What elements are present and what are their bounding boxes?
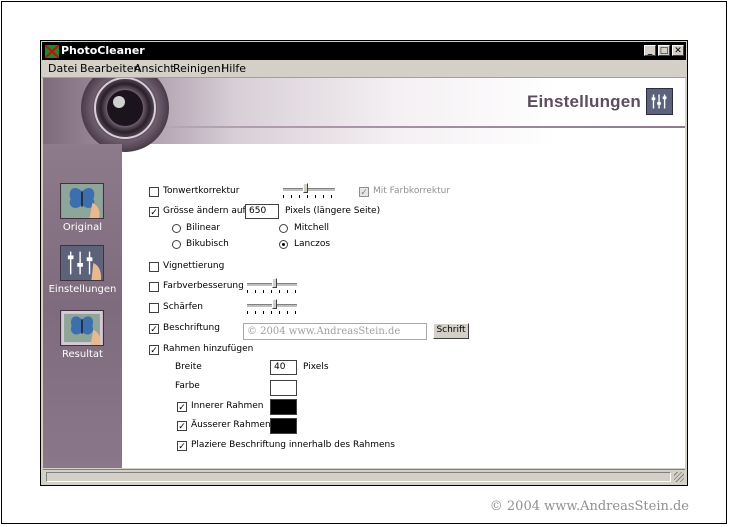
settings-panel: Einstellungen Original Einstellungen Res… [43, 78, 685, 468]
plaziere-label: Plaziere Beschriftung innerhalb des Rahm… [191, 440, 395, 450]
menu-ansicht[interactable]: Ansicht [134, 62, 175, 75]
farbkorrektur-label: Mit Farbkorrektur [373, 186, 451, 196]
app-window: PhotoCleaner _ □ ✕ Datei Bearbeiten Ansi… [40, 40, 688, 486]
menu-bearbeiten[interactable]: Bearbeiten [80, 62, 140, 75]
vignettierung-checkbox[interactable] [149, 262, 159, 272]
butterfly-result-icon [60, 310, 104, 346]
innerer-rahmen-label: Innerer Rahmen [191, 401, 264, 411]
radio-bilinear[interactable] [172, 224, 181, 233]
radio-mitchell[interactable] [279, 224, 288, 233]
settings-sliders-icon [60, 245, 104, 281]
menu-datei[interactable]: Datei [48, 62, 77, 75]
mitchell-label: Mitchell [294, 223, 329, 233]
lanczos-label: Lanczos [294, 239, 331, 249]
bilinear-label: Bilinear [186, 223, 221, 233]
farbkorrektur-checkbox[interactable]: ✓ [359, 187, 369, 197]
close-button[interactable]: ✕ [672, 45, 684, 56]
nav-label-resultat: Resultat [62, 349, 103, 360]
copyright-watermark: © 2004 www.AndreasStein.de [489, 499, 689, 514]
nav-original[interactable]: Original [43, 183, 122, 247]
tonwert-slider[interactable] [283, 183, 335, 198]
window-title: PhotoCleaner [61, 44, 145, 57]
menu-bar: Datei Bearbeiten Ansicht Reinigen! Hilfe [42, 60, 686, 78]
nav-label-original: Original [62, 222, 103, 233]
farbverbesserung-label: Farbverbesserung [163, 281, 244, 291]
schaerfen-label: Schärfen [163, 302, 203, 312]
tonwertkorrektur-checkbox[interactable] [149, 187, 159, 197]
minimize-button[interactable]: _ [644, 45, 656, 56]
aeusserer-rahmen-swatch[interactable] [270, 418, 297, 434]
tonwertkorrektur-label: Tonwertkorrektur [163, 186, 240, 196]
menu-reinigen[interactable]: Reinigen! [173, 62, 225, 75]
einstellungen-logo-icon [646, 88, 673, 115]
page-title: Einstellungen [526, 92, 641, 111]
breite-unit-label: Pixels [303, 362, 329, 372]
title-bar[interactable]: PhotoCleaner _ □ ✕ [42, 42, 686, 60]
groesse-checkbox[interactable]: ✓ [149, 207, 159, 217]
schrift-button[interactable]: Schrift [433, 323, 469, 339]
aeusserer-rahmen-checkbox[interactable]: ✓ [177, 421, 187, 431]
status-panel [46, 472, 671, 482]
innerer-rahmen-checkbox[interactable]: ✓ [177, 402, 187, 412]
nav-einstellungen[interactable]: Einstellungen [43, 245, 122, 309]
butterfly-photo-icon [60, 183, 104, 219]
photocleaner-app-icon [45, 45, 59, 58]
breite-input[interactable]: 40 [270, 360, 297, 375]
camera-lens-icon [81, 78, 169, 152]
menu-hilfe[interactable]: Hilfe [221, 62, 246, 75]
slider-thumb[interactable] [303, 183, 308, 193]
schaerfen-checkbox[interactable] [149, 303, 159, 313]
resize-grip[interactable] [674, 472, 684, 482]
radio-lanczos[interactable] [279, 240, 288, 249]
rahmen-label: Rahmen hinzufügen [163, 344, 254, 354]
rahmen-checkbox[interactable]: ✓ [149, 345, 159, 355]
slider-thumb[interactable] [272, 299, 277, 309]
farbverbesserung-checkbox[interactable] [149, 282, 159, 292]
schaerfen-slider[interactable] [247, 299, 297, 314]
beschriftung-input[interactable]: © 2004 www.AndreasStein.de [243, 323, 427, 340]
groesse-label: Grösse ändern auf [163, 206, 246, 216]
innerer-rahmen-swatch[interactable] [270, 399, 297, 415]
nav-label-einstellungen: Einstellungen [48, 284, 117, 295]
bikubisch-label: Bikubisch [186, 239, 229, 249]
groesse-unit-label: Pixels (längere Seite) [285, 206, 381, 216]
aeusserer-rahmen-label: Äusserer Rahmen [191, 420, 271, 430]
nav-resultat[interactable]: Resultat [43, 310, 122, 374]
beschriftung-checkbox[interactable]: ✓ [149, 324, 159, 334]
vignettierung-label: Vignettierung [163, 261, 225, 271]
maximize-button[interactable]: □ [658, 45, 670, 56]
plaziere-checkbox[interactable]: ✓ [177, 441, 187, 451]
status-bar [43, 469, 685, 484]
farbe-swatch[interactable] [270, 380, 297, 396]
breite-label: Breite [175, 362, 202, 372]
farbverbesserung-slider[interactable] [247, 278, 297, 293]
slider-thumb[interactable] [272, 278, 277, 288]
groesse-input[interactable]: 650 [245, 204, 279, 219]
beschriftung-label: Beschriftung [163, 323, 220, 333]
radio-bikubisch[interactable] [172, 240, 181, 249]
farbe-label: Farbe [175, 381, 200, 391]
